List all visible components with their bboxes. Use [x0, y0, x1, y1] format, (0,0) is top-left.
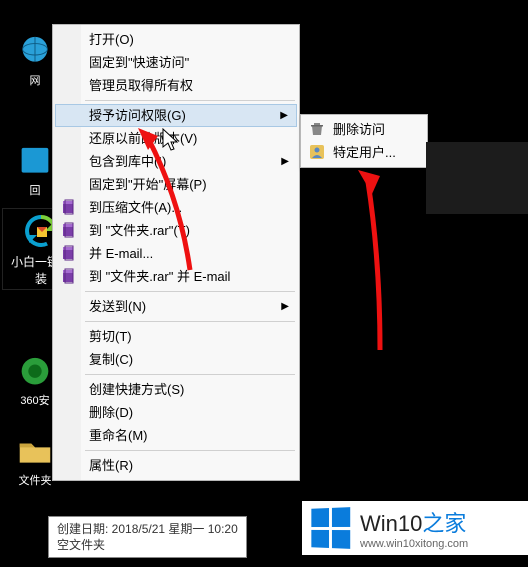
- menu-item-label: 属性(R): [89, 458, 133, 473]
- user-icon: [309, 144, 325, 160]
- menu-item[interactable]: 固定到"快速访问": [55, 51, 297, 74]
- rar-icon: [61, 268, 77, 284]
- rar-icon: [61, 245, 77, 261]
- menu-item[interactable]: 还原以前的版本(V): [55, 127, 297, 150]
- menu-item[interactable]: 属性(R): [55, 454, 297, 477]
- menu-item-label: 并 E-mail...: [89, 246, 153, 261]
- menu-item-label: 还原以前的版本(V): [89, 131, 197, 146]
- menu-item-label: 固定到"快速访问": [89, 55, 189, 70]
- desktop-icon-label: 360安: [20, 395, 49, 407]
- menu-item-label: 到压缩文件(A)...: [89, 200, 182, 215]
- context-menu: 打开(O) 固定到"快速访问" 管理员取得所有权授予访问权限(G) ▶ 还原以前的版本(…: [52, 24, 300, 481]
- menu-item[interactable]: 重命名(M): [55, 424, 297, 447]
- annotation-arrow-2: [340, 160, 410, 360]
- menu-item-label: 到 "文件夹.rar" 并 E-mail: [89, 269, 230, 284]
- menu-separator: [85, 291, 295, 292]
- tooltip: 创建日期: 2018/5/21 星期一 10:20 空文件夹: [48, 516, 247, 558]
- submenu-item[interactable]: 特定用户...: [303, 141, 425, 164]
- context-submenu: 删除访问特定用户...: [300, 114, 428, 168]
- menu-item[interactable]: 并 E-mail...: [55, 242, 297, 265]
- menu-item[interactable]: 删除(D): [55, 401, 297, 424]
- menu-item[interactable]: 到压缩文件(A)...: [55, 196, 297, 219]
- menu-item-label: 发送到(N): [89, 299, 146, 314]
- submenu-item[interactable]: 删除访问: [303, 118, 425, 141]
- menu-separator: [85, 321, 295, 322]
- menu-separator: [85, 374, 295, 375]
- trash-icon: [309, 121, 325, 137]
- dark-panel: [426, 142, 528, 214]
- menu-item-label: 到 "文件夹.rar"(T): [89, 223, 190, 238]
- menu-item-label: 打开(O): [89, 32, 134, 47]
- menu-item[interactable]: 管理员取得所有权: [55, 74, 297, 97]
- rar-icon: [61, 199, 77, 215]
- menu-separator: [85, 100, 295, 101]
- chevron-right-icon: ▶: [280, 105, 288, 126]
- menu-item-label: 剪切(T): [89, 329, 132, 344]
- menu-item-label: 创建快捷方式(S): [89, 382, 184, 397]
- tooltip-line-1: 创建日期: 2018/5/21 星期一 10:20: [57, 521, 238, 537]
- menu-item-label: 复制(C): [89, 352, 133, 367]
- menu-separator: [85, 450, 295, 451]
- windows-logo-icon: [311, 507, 350, 549]
- desktop-icon-label: 网: [30, 75, 41, 87]
- desktop-icon-label: 文件夹: [19, 475, 52, 487]
- submenu-item-label: 特定用户...: [333, 145, 396, 160]
- chevron-right-icon: ▶: [281, 295, 289, 318]
- menu-item[interactable]: 复制(C): [55, 348, 297, 371]
- menu-item-label: 授予访问权限(G): [89, 108, 186, 123]
- menu-item[interactable]: 发送到(N) ▶: [55, 295, 297, 318]
- rar-icon: [61, 222, 77, 238]
- menu-item[interactable]: 打开(O): [55, 28, 297, 51]
- menu-item-label: 删除(D): [89, 405, 133, 420]
- menu-item[interactable]: 到 "文件夹.rar" 并 E-mail: [55, 265, 297, 288]
- desktop-icon-label: 回: [30, 185, 41, 197]
- menu-item-label: 包含到库中(I): [89, 154, 166, 169]
- watermark: Win10之家 www.win10xitong.com: [302, 501, 528, 555]
- watermark-brand: Win10之家: [360, 506, 468, 538]
- menu-item[interactable]: 创建快捷方式(S): [55, 378, 297, 401]
- menu-item[interactable]: 授予访问权限(G) ▶: [55, 104, 297, 127]
- menu-item[interactable]: 到 "文件夹.rar"(T): [55, 219, 297, 242]
- tooltip-line-2: 空文件夹: [57, 537, 238, 553]
- chevron-right-icon: ▶: [281, 150, 289, 173]
- menu-item[interactable]: 包含到库中(I) ▶: [55, 150, 297, 173]
- menu-item-label: 固定到"开始"屏幕(P): [89, 177, 207, 192]
- submenu-item-label: 删除访问: [333, 122, 385, 137]
- watermark-url: www.win10xitong.com: [360, 538, 468, 550]
- menu-item[interactable]: 剪切(T): [55, 325, 297, 348]
- menu-item[interactable]: 固定到"开始"屏幕(P): [55, 173, 297, 196]
- menu-item-label: 重命名(M): [89, 428, 148, 443]
- menu-item-label: 管理员取得所有权: [89, 78, 193, 93]
